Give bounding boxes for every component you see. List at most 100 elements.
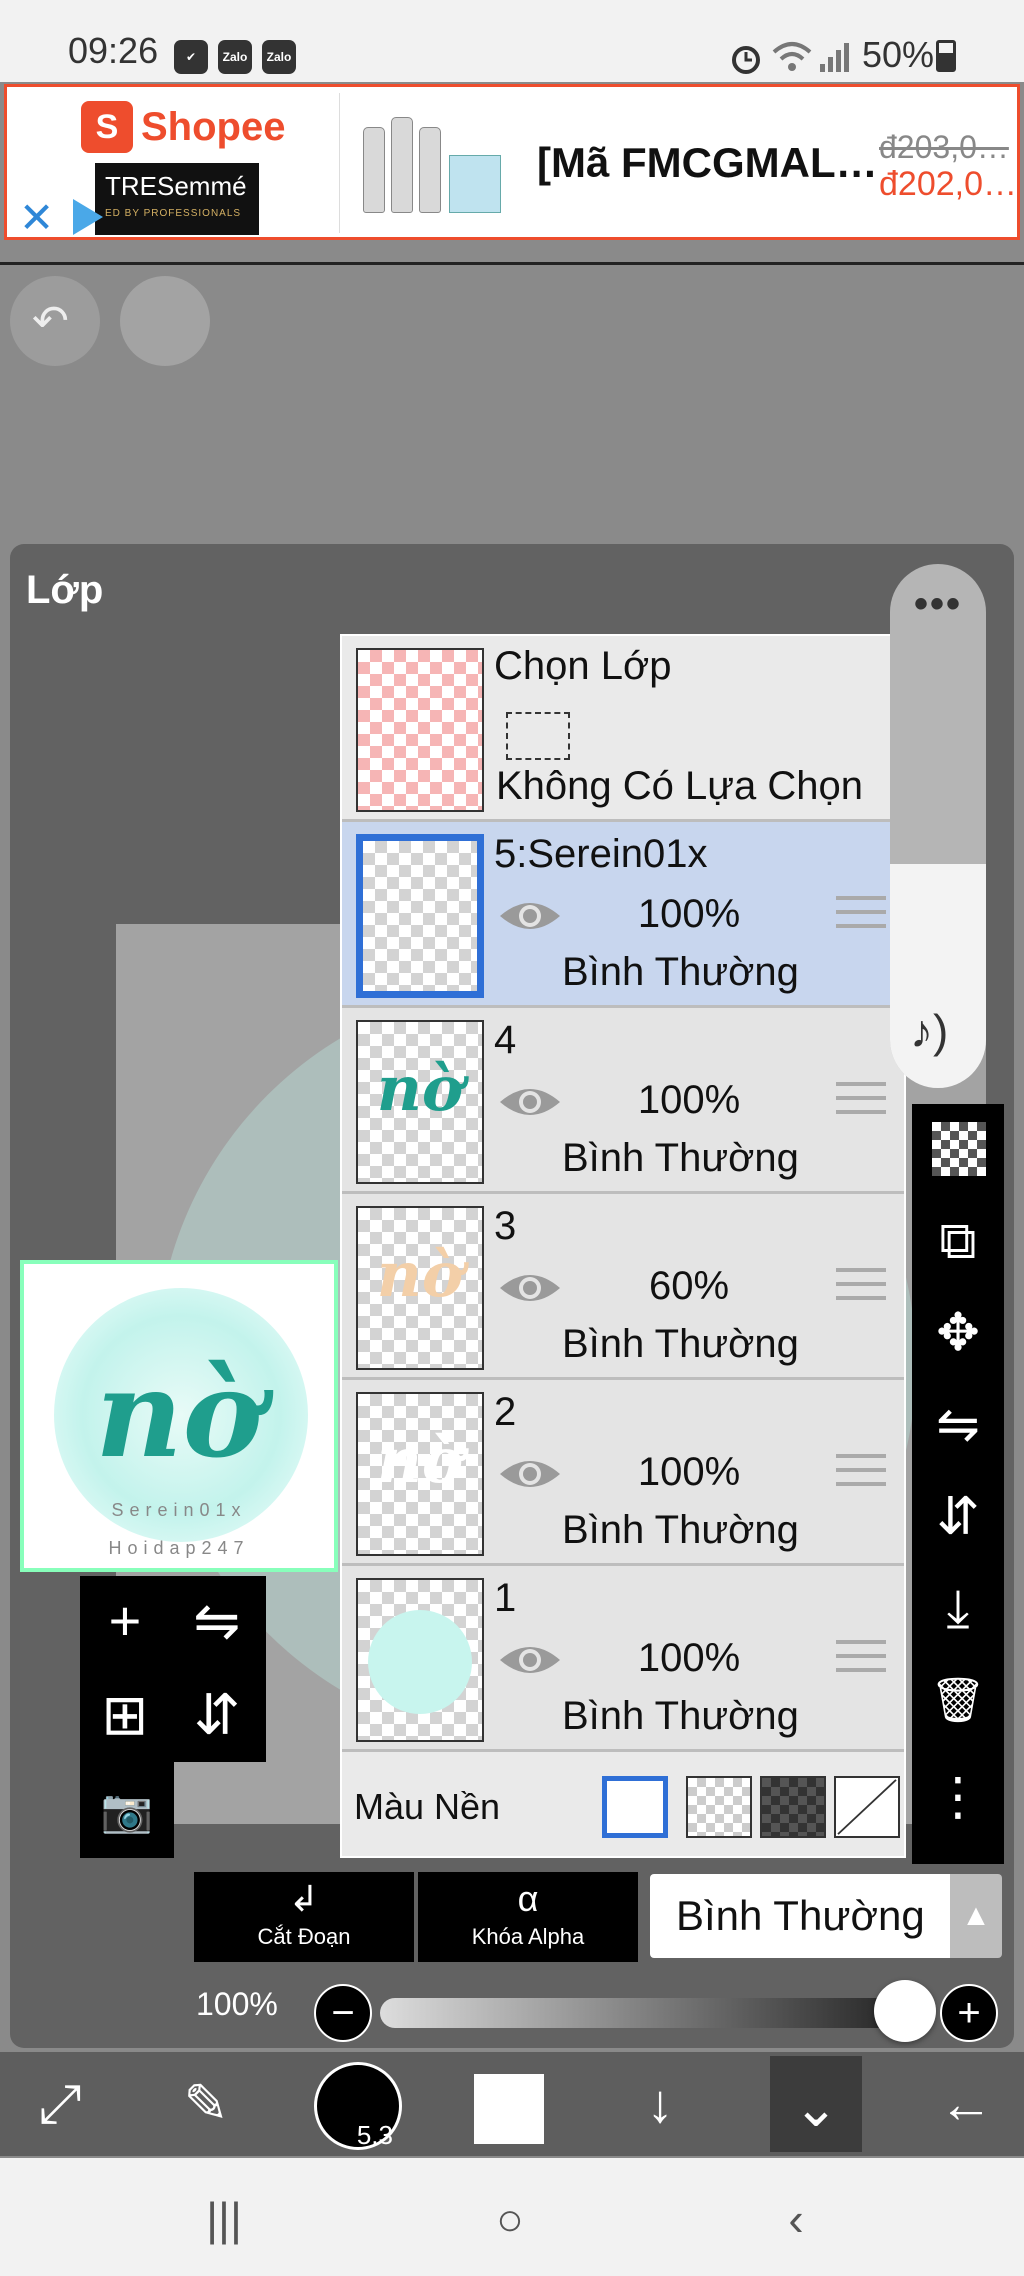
add-folder-icon[interactable]: ⊞ [80,1670,170,1760]
layer-blend-mode: Bình Thường [562,1508,799,1552]
flip-horizontal-icon[interactable]: ⇋ [172,1576,262,1666]
signal-icon [820,43,849,72]
opacity-slider[interactable] [380,1998,910,2028]
home-icon[interactable]: ○ [460,2184,560,2254]
chevron-up-icon[interactable]: ▲ [950,1874,1002,1958]
thumbnail-art: nờ [376,1052,464,1125]
selection-status: Không Có Lựa Chọn [496,764,864,808]
layer-thumbnail [356,1578,484,1742]
flip-vertical-icon[interactable]: ⇵ [912,1472,1004,1562]
brush-size[interactable]: 5.3 [314,2062,402,2150]
blend-mode-select[interactable]: Bình Thường [650,1874,950,1958]
layer-opacity: 100% [637,1450,741,1494]
bg-dark-checker-swatch[interactable] [760,1776,826,1838]
eye-icon[interactable] [498,896,562,936]
preview-credit-2: Hoidap247 [108,1538,250,1558]
clipping-label: Cắt Đoạn [257,1924,351,1949]
battery-icon [936,40,956,72]
layer-row[interactable]: nờ 4 100% Bình Thường [342,1008,904,1194]
system-nav-bar: ||| ○ ‹ [0,2158,1024,2276]
drag-handle-icon[interactable] [836,896,886,940]
separator [0,262,1024,265]
alarm-icon [732,46,760,74]
alpha-lock-button[interactable]: α Khóa Alpha [418,1872,638,1962]
drag-handle-icon[interactable] [836,1082,886,1126]
recent-apps-icon[interactable]: ||| [174,2184,274,2254]
drag-handle-icon[interactable] [836,1640,886,1684]
bg-white-swatch[interactable] [602,1776,668,1838]
selection-layer-row[interactable]: Chọn Lớp Không Có Lựa Chọn [342,636,904,822]
merge-down-icon[interactable]: ⤓ [912,1564,1004,1654]
flip-vertical-icon[interactable]: ⇵ [172,1670,262,1760]
thumbnail-art: nờ [376,1238,464,1311]
layer-row[interactable]: nờ 2 100% Bình Thường [342,1380,904,1566]
clipping-button[interactable]: ↲ Cắt Đoạn [194,1872,414,1962]
ad-banner[interactable]: S Shopee TRESemmé ED BY PROFESSIONALS ✕ … [4,84,1020,242]
layer-blend-mode: Bình Thường [562,1322,799,1366]
eye-icon[interactable] [498,1268,562,1308]
layer-row[interactable]: 5:Serein01x 100% Bình Thường [342,822,904,1008]
move-icon[interactable]: ✥ [912,1288,1004,1378]
opacity-value: 100% [196,1986,278,2022]
trash-icon[interactable]: 🗑 [912,1656,1004,1746]
bg-transparent-swatch[interactable] [686,1776,752,1838]
canvas-preview[interactable]: nờ Serein01x Hoidap247 [20,1260,338,1572]
battery-percent: 50% [862,34,935,75]
layer-name: 5:Serein01x [494,832,708,876]
alpha-lock-icon: α [517,1878,539,1919]
thumbnail-circle [368,1610,472,1714]
more-icon[interactable]: ••• [890,582,986,627]
opacity-slider-handle[interactable] [874,1980,936,2042]
transform-icon[interactable]: ⤢ [0,2052,120,2156]
bottle [419,127,441,213]
layer-name: 4 [494,1018,517,1062]
bg-none-swatch[interactable] [834,1776,900,1838]
add-layer-icon[interactable]: + [80,1576,170,1666]
wifi-icon [772,42,812,71]
layer-blend-mode: Bình Thường [562,950,799,994]
layers-button[interactable]: ⌄ [770,2056,862,2152]
eye-icon[interactable] [498,1454,562,1494]
opacity-minus-button[interactable]: − [314,1984,372,2042]
eye-icon[interactable] [498,1640,562,1680]
layer-panel: Lớp nờ Serein01x Hoidap247 + ⇋ ⊞ ⇵ 📷 Chọ… [10,544,1014,2048]
ad-choices-icon[interactable] [73,199,103,235]
layer-row[interactable]: nờ 3 60% Bình Thường [342,1194,904,1380]
arrow-down-icon[interactable]: ↓ [600,2052,720,2156]
drag-handle-icon[interactable] [836,1454,886,1498]
more-vertical-icon[interactable]: ⋮ [912,1752,1004,1842]
product-box [449,155,501,213]
redo-button[interactable] [120,276,210,366]
preview-credit-1: Serein01x [111,1500,247,1520]
undo-button[interactable]: ↶ [10,276,100,366]
copy-layer-icon[interactable]: ⧉ [912,1196,1004,1286]
preview-art-text: nờ [95,1344,263,1485]
camera-icon[interactable]: 📷 [82,1766,172,1856]
layer-thumbnail: nờ [356,1392,484,1556]
clipping-icon: ↲ [288,1878,320,1919]
back-arrow-icon[interactable]: ← [906,2052,1024,2156]
product-brand: TRESemmé [105,171,247,201]
ad-new-price: đ202,0… [879,165,1017,203]
color-swatch[interactable] [474,2074,544,2144]
ad-brand: Shopee [141,105,286,149]
zalo-icon-2: Zalo [262,40,296,74]
layer-row[interactable]: 1 100% Bình Thường [342,1566,904,1752]
sound-icon[interactable]: ♪) [910,1004,948,1058]
eye-icon[interactable] [498,1082,562,1122]
selection-title: Chọn Lớp [494,644,672,688]
transparency-icon[interactable] [932,1122,986,1176]
undo-icon: ↶ [32,297,69,346]
scroll-widget[interactable]: ••• ♪) [890,564,986,1088]
flip-horizontal-icon[interactable]: ⇋ [912,1380,1004,1470]
layer-opacity: 60% [648,1264,730,1308]
layer-name: 1 [494,1576,517,1620]
alpha-lock-label: Khóa Alpha [471,1924,585,1949]
drag-handle-icon[interactable] [836,1268,886,1312]
back-icon[interactable]: ‹ [746,2184,846,2254]
product-image [359,101,509,229]
opacity-plus-button[interactable]: + [940,1984,998,2042]
bottle [363,127,385,213]
ad-close-icon[interactable]: ✕ [19,193,54,242]
brush-icon[interactable]: ✎ [146,2052,266,2156]
